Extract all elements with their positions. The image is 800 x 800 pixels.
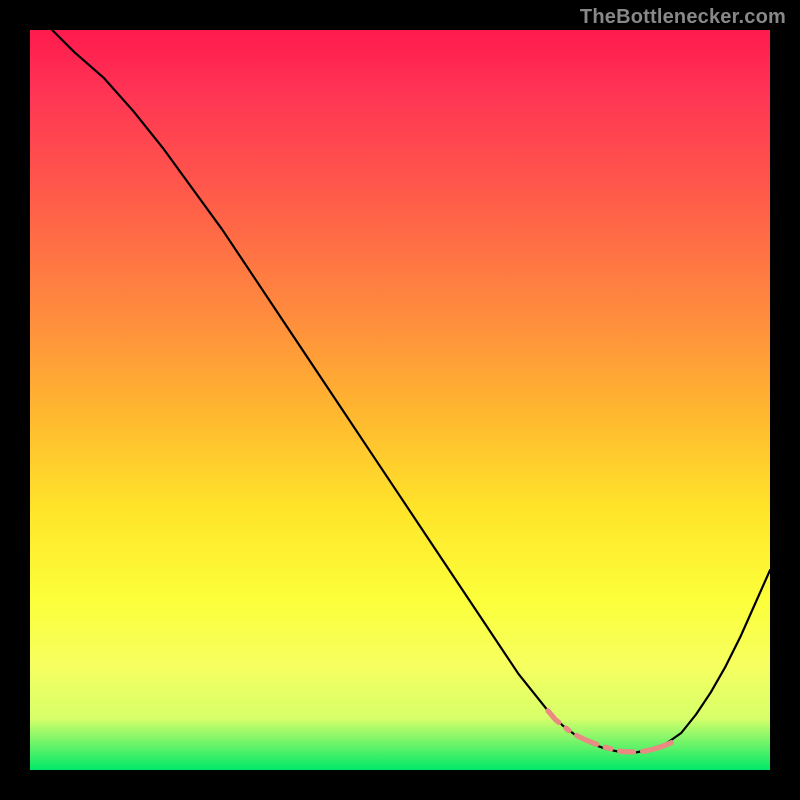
chart-frame: TheBottlenecker.com bbox=[0, 0, 800, 800]
chart-overlay bbox=[30, 30, 770, 770]
optimal-band bbox=[548, 711, 674, 752]
bottleneck-curve bbox=[52, 30, 770, 752]
watermark-text: TheBottlenecker.com bbox=[580, 6, 786, 29]
plot-area bbox=[30, 30, 770, 770]
